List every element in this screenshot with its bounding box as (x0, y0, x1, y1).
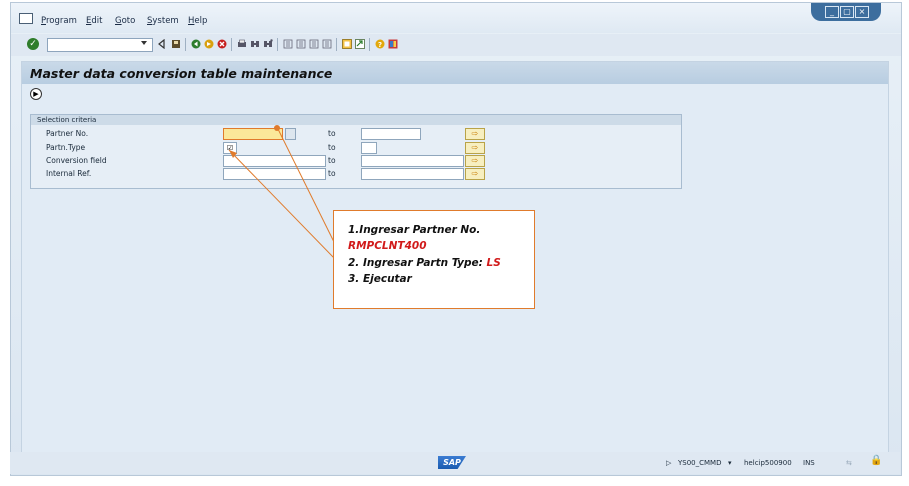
find-next-icon[interactable] (263, 39, 273, 49)
svg-text:?: ? (378, 41, 382, 49)
last-page-icon[interactable] (322, 39, 332, 49)
conversion-field-to-input[interactable] (361, 155, 464, 167)
partner-no-from-input[interactable] (223, 128, 283, 140)
toolbar-separator (369, 38, 370, 51)
status-bar: SAP ▷ YS00_CMMD ▾ helcip500900 INS ⇆ 🔒 (10, 452, 900, 474)
toolbar-separator (185, 38, 186, 51)
menu-bar: Program Edit Goto System Help _ ▢ × (11, 3, 901, 33)
system-info[interactable]: YS00_CMMD (678, 459, 721, 467)
partn-type-from-input[interactable]: ☑ (223, 142, 237, 154)
keyboard-icon[interactable]: ⇆ (846, 459, 852, 467)
internal-ref-to-input[interactable] (361, 168, 464, 180)
find-icon[interactable] (250, 39, 260, 49)
toolbar-separator (336, 38, 337, 51)
callout-step-2: 2. Ingresar Partn Type: LS (348, 257, 501, 269)
minimize-icon[interactable]: _ (825, 6, 839, 18)
server-info: helcip500900 (744, 459, 792, 467)
callout-step-3: 3. Ejecutar (348, 273, 412, 285)
callout-type-value: LS (486, 257, 501, 269)
partn-type-label: Partn.Type (46, 143, 86, 152)
to-label: to (328, 143, 336, 152)
chevron-down-icon[interactable]: ▾ (728, 459, 732, 467)
standard-toolbar: ✓ ? (11, 34, 901, 56)
multiple-selection-button[interactable]: ⇨ (465, 128, 485, 140)
multiple-selection-button[interactable]: ⇨ (465, 155, 485, 167)
back-icon[interactable] (191, 39, 201, 49)
partner-no-label: Partner No. (46, 129, 89, 138)
page-title: Master data conversion table maintenance (30, 66, 333, 81)
internal-ref-from-input[interactable] (223, 168, 326, 180)
partner-no-to-input[interactable] (361, 128, 421, 140)
to-label: to (328, 169, 336, 178)
menu-system[interactable]: System (147, 16, 179, 26)
maximize-icon[interactable]: ▢ (840, 6, 854, 18)
sap-logo: SAP (438, 456, 466, 469)
internal-ref-label: Internal Ref. (46, 169, 92, 178)
callout-partner-value: RMPCLNT400 (348, 240, 427, 252)
instruction-callout: 1.Ingresar Partner No. RMPCLNT400 2. Ing… (333, 210, 535, 309)
help-icon[interactable]: ? (375, 39, 385, 49)
previous-page-icon[interactable] (296, 39, 306, 49)
to-label: to (328, 129, 336, 138)
selection-criteria-box: Selection criteria Partner No. to ⇨ Part… (30, 114, 682, 189)
new-session-icon[interactable] (342, 39, 352, 49)
selection-criteria-header: Selection criteria (31, 115, 681, 125)
menu-edit[interactable]: Edit (86, 16, 102, 26)
play-icon[interactable]: ▷ (666, 459, 671, 467)
exit-icon[interactable] (204, 39, 214, 49)
to-label: to (328, 156, 336, 165)
partn-type-to-input[interactable] (361, 142, 377, 154)
toolbar-separator (231, 38, 232, 51)
next-page-icon[interactable] (309, 39, 319, 49)
callout-step-1: 1.Ingresar Partner No. (348, 224, 481, 236)
menu-program[interactable]: Program (41, 16, 77, 26)
title-bar: Master data conversion table maintenance (22, 62, 888, 84)
callout-step-2-text: 2. Ingresar Partn Type: (348, 257, 487, 269)
back-arrow-icon[interactable] (157, 39, 167, 49)
menu-window-icon[interactable] (19, 13, 33, 24)
conversion-field-label: Conversion field (46, 156, 107, 165)
print-icon[interactable] (237, 39, 247, 49)
first-page-icon[interactable] (283, 39, 293, 49)
enter-icon[interactable]: ✓ (27, 38, 39, 50)
multiple-selection-button[interactable]: ⇨ (465, 142, 485, 154)
cancel-icon[interactable] (217, 39, 227, 49)
menu-help[interactable]: Help (188, 16, 207, 26)
menu-goto[interactable]: Goto (115, 16, 135, 26)
window-controls: _ ▢ × (811, 3, 881, 21)
value-help-button[interactable] (285, 128, 296, 140)
customize-layout-icon[interactable] (388, 39, 398, 49)
execute-icon[interactable]: ▶ (30, 88, 42, 100)
close-icon[interactable]: × (855, 6, 869, 18)
chevron-down-icon[interactable] (141, 41, 147, 45)
multiple-selection-button[interactable]: ⇨ (465, 168, 485, 180)
conversion-field-from-input[interactable] (223, 155, 326, 167)
shortcut-icon[interactable] (355, 39, 365, 49)
save-icon[interactable] (171, 39, 181, 49)
input-mode[interactable]: INS (803, 459, 815, 467)
toolbar-separator (277, 38, 278, 51)
lock-icon[interactable]: 🔒 (870, 455, 882, 466)
command-field[interactable] (47, 38, 153, 52)
